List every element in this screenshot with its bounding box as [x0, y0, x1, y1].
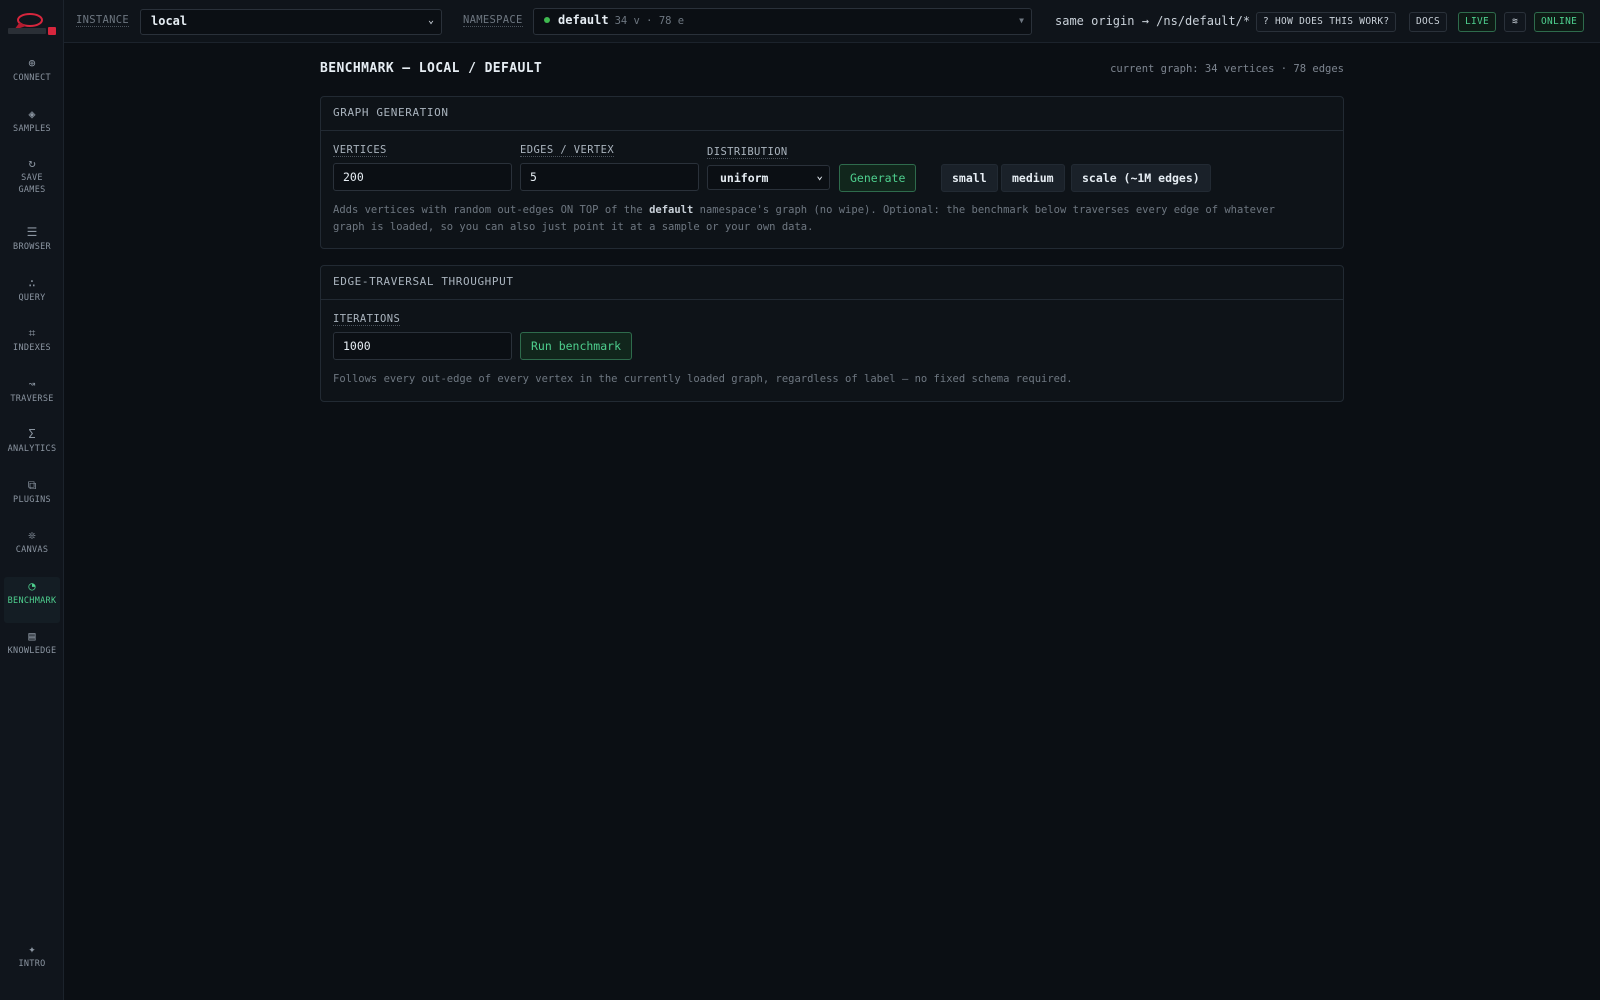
- sidebar-item-traverse[interactable]: ↝ TRAVERSE: [4, 375, 60, 421]
- help-text-part: Adds vertices with random out-edges ON T…: [333, 204, 650, 216]
- sigma-icon: Σ: [28, 427, 36, 441]
- indexes-icon: ⌗: [28, 326, 36, 340]
- panel-heading: GRAPH GENERATION: [321, 97, 1343, 131]
- sidebar-item-label: TRAVERSE: [10, 394, 54, 404]
- sidebar-item-query[interactable]: ∴ QUERY: [4, 274, 60, 320]
- generate-button[interactable]: Generate: [839, 164, 917, 192]
- edges-per-vertex-label: EDGES / VERTEX: [520, 144, 615, 157]
- sidebar-item-label: QUERY: [18, 293, 46, 303]
- page-title-slash: /: [459, 61, 485, 76]
- vertices-input[interactable]: 200: [333, 163, 512, 191]
- sidebar-item-label: CANVAS: [15, 545, 49, 555]
- list-icon: ☰: [26, 225, 38, 239]
- graph-generation-panel: GRAPH GENERATION VERTICES 200 EDGES / VE…: [320, 96, 1344, 249]
- preset-medium-button[interactable]: medium: [1001, 164, 1065, 192]
- sidebar-item-label: KNOWLEDGE: [7, 646, 57, 656]
- help-text-namespace: default: [649, 204, 694, 216]
- sidebar: ⊕ CONNECT ◈ SAMPLES ↻ SAVE GAMES ☰ BROWSER ∴ QUER…: [0, 0, 64, 1000]
- traverse-icon: ↝: [28, 377, 36, 391]
- plugins-icon: ⧉: [27, 478, 37, 492]
- sidebar-item-label: INDEXES: [13, 343, 51, 353]
- sidebar-item-label: BENCHMARK: [7, 596, 57, 606]
- help-text-part: graph is loaded, so you can also just po…: [333, 221, 814, 233]
- status-badge: ONLINE: [1534, 12, 1585, 32]
- iterations-input[interactable]: 1000: [333, 332, 512, 360]
- chevron-down-icon: ⌄: [816, 169, 823, 182]
- sidebar-item-intro[interactable]: ✦ INTRO: [4, 940, 60, 986]
- live-button[interactable]: LIVE: [1458, 12, 1497, 32]
- instance-value: local: [151, 14, 188, 28]
- sidebar-item-analytics[interactable]: Σ ANALYTICS: [4, 425, 60, 471]
- sidebar-item-label: CONNECT: [13, 73, 51, 83]
- help-text-part: namespace's graph (no wipe). Optional: t…: [693, 204, 1275, 216]
- vertices-label: VERTICES: [333, 144, 387, 157]
- edges-per-vertex-input[interactable]: 5: [520, 163, 699, 191]
- sidebar-item-label: ANALYTICS: [7, 444, 57, 454]
- top-bar: INSTANCE local ⌄ NAMESPACE default 34 v ·…: [64, 0, 1600, 43]
- sidebar-item-knowledge[interactable]: ▤ KNOWLEDGE: [4, 627, 60, 673]
- sidebar-item-save-games[interactable]: ↻ SAVE GAMES: [4, 154, 60, 214]
- sidebar-item-canvas[interactable]: ❊ CANVAS: [4, 526, 60, 572]
- page-title-namespace: DEFAULT: [484, 61, 543, 76]
- distribution-label: DISTRIBUTION: [707, 146, 788, 159]
- sidebar-item-browser[interactable]: ☰ BROWSER: [4, 223, 60, 269]
- sidebar-item-plugins[interactable]: ⧉ PLUGINS: [4, 476, 60, 522]
- run-benchmark-button[interactable]: Run benchmark: [520, 332, 633, 360]
- theme-toggle-icon[interactable]: ≋: [1504, 12, 1526, 32]
- query-icon: ∴: [28, 276, 36, 290]
- chevron-down-icon: ⌄: [427, 15, 434, 26]
- namespace-counts: 34 v · 78 e: [614, 15, 685, 27]
- iterations-label: ITERATIONS: [333, 313, 401, 326]
- page-title-instance: LOCAL: [418, 61, 460, 76]
- caret-down-icon: ▼: [1019, 16, 1024, 25]
- refresh-icon: ↻: [28, 156, 36, 170]
- panel-heading: EDGE-TRAVERSAL THROUGHPUT: [321, 266, 1343, 300]
- distribution-select[interactable]: uniform ⌄: [707, 165, 830, 190]
- namespace-select[interactable]: default 34 v · 78 e ▼: [533, 8, 1032, 35]
- distribution-value: uniform: [720, 171, 769, 185]
- how-it-works-button[interactable]: ? HOW DOES THIS WORK?: [1256, 12, 1397, 32]
- sidebar-item-benchmark[interactable]: ◔ BENCHMARK: [4, 577, 60, 623]
- page-title-prefix: BENCHMARK: [320, 61, 395, 76]
- logo-graphic: [8, 13, 56, 35]
- throughput-help-text: Follows every out-edge of every vertex i…: [333, 373, 1073, 385]
- page-title-sep: —: [394, 61, 419, 76]
- preset-scale-button[interactable]: scale (~1M edges): [1071, 164, 1211, 192]
- app-logo: [6, 8, 58, 38]
- plug-icon: ⊕: [28, 56, 36, 70]
- graph-summary: current graph: 34 vertices · 78 edges: [1110, 63, 1344, 75]
- namespace-status-dot: [544, 16, 550, 23]
- sidebar-item-samples[interactable]: ◈ SAMPLES: [4, 105, 60, 151]
- instance-select[interactable]: local ⌄: [140, 9, 442, 35]
- page-title: BENCHMARK — LOCAL / DEFAULT: [320, 61, 542, 76]
- sidebar-item-label: PLUGINS: [13, 495, 51, 505]
- sidebar-item-label: SAMPLES: [13, 124, 51, 134]
- sidebar-item-label: INTRO: [18, 959, 46, 969]
- generation-help-text: Adds vertices with random out-edges ON T…: [333, 202, 1323, 236]
- book-icon: ▤: [28, 629, 36, 643]
- canvas-icon: ❊: [28, 528, 36, 542]
- sidebar-item-label: SAVE GAMES: [18, 173, 46, 195]
- sidebar-item-connect[interactable]: ⊕ CONNECT: [4, 54, 60, 100]
- edge-traversal-panel: EDGE-TRAVERSAL THROUGHPUT ITERATIONS 100…: [320, 265, 1344, 402]
- sparkle-icon: ✦: [28, 942, 36, 956]
- sidebar-item-indexes[interactable]: ⌗ INDEXES: [4, 324, 60, 370]
- namespace-value: default: [558, 13, 609, 27]
- preset-small-button[interactable]: small: [941, 164, 998, 192]
- sidebar-item-label: BROWSER: [13, 242, 51, 252]
- docs-button[interactable]: DOCS: [1409, 12, 1448, 32]
- origin-path: same origin → /ns/default/*: [1055, 14, 1251, 28]
- instance-label: INSTANCE: [76, 14, 129, 27]
- pie-icon: ◔: [28, 579, 36, 593]
- namespace-label: NAMESPACE: [463, 14, 523, 27]
- samples-icon: ◈: [28, 107, 36, 121]
